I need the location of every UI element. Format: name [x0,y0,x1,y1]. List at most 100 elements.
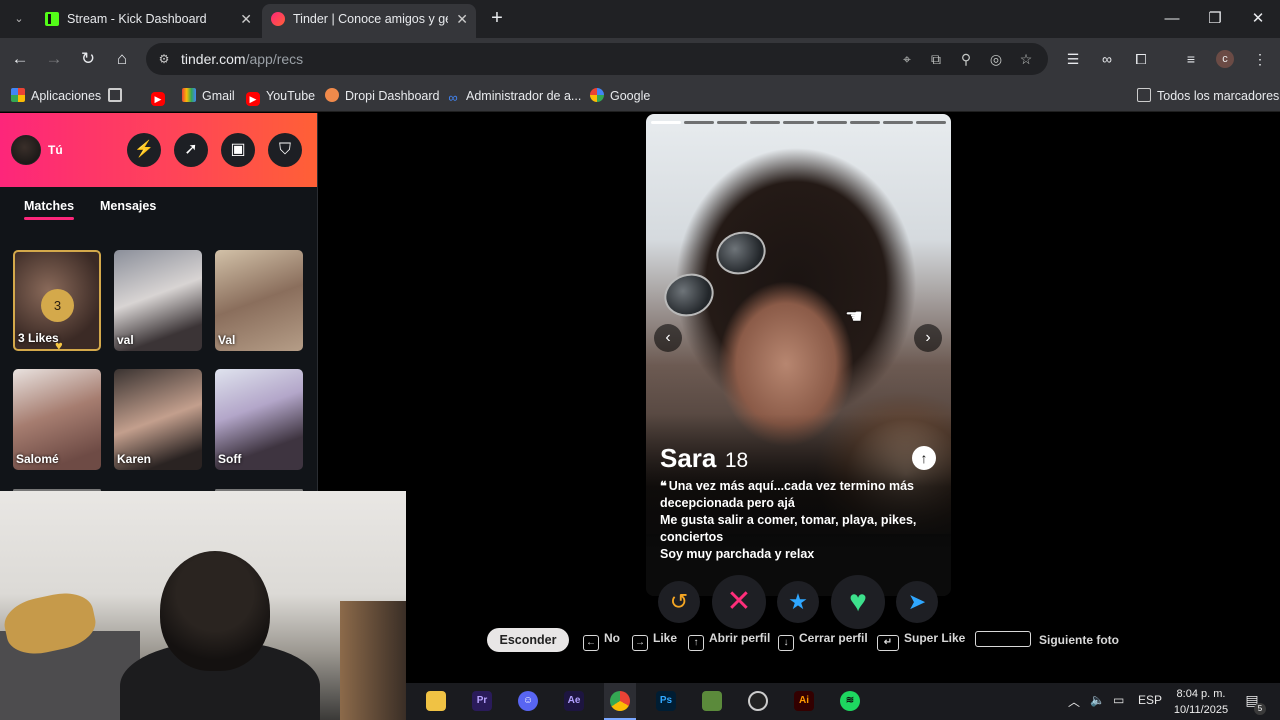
left-arrow-key-icon: ← [583,635,599,651]
photo-progress-bar[interactable] [651,121,682,124]
match-card[interactable]: val [114,250,202,351]
profile-card[interactable]: ‹ › Sara 18 ↑ ❝ Una vez más aquí...cada v… [646,114,951,596]
bookmark-administrador[interactable]: ∞ Administrador de a... [446,86,581,106]
super-like-button[interactable]: ★ [777,581,819,623]
back-button[interactable]: ← [8,47,32,71]
bookmark-dropi[interactable]: Dropi Dashboard [325,86,440,106]
photo-progress-bar[interactable] [915,121,946,124]
enter-key-icon: ↵ [877,635,899,651]
system-clock[interactable]: 8:04 p. m. 10/11/2025 [1171,686,1231,718]
tray-overflow-icon[interactable]: ︿ [1068,693,1080,710]
my-profile-label[interactable]: Tú [48,143,63,157]
photo-progress-bar[interactable] [684,121,715,124]
close-window-button[interactable]: ✕ [1238,6,1278,32]
tab-strip: ⌄ Stream - Kick Dashboard ✕ Tinder | Con… [0,0,1280,38]
match-card[interactable]: Salomé [13,369,101,470]
illustrator-icon[interactable]: Ai [794,691,814,711]
after-effects-icon[interactable]: Ae [564,691,584,711]
like-button[interactable]: ♥ [831,575,885,629]
new-tab-button[interactable]: + [486,6,508,30]
hide-shortcuts-button[interactable]: Esconder [487,628,569,652]
photo-progress-bar[interactable] [717,121,748,124]
rewind-button[interactable]: ↺ [658,581,700,623]
right-arrow-key-icon: → [632,635,648,651]
folder-icon [1137,88,1151,102]
tab-mensajes[interactable]: Mensajes [100,199,156,213]
obs-icon[interactable] [748,691,768,711]
next-photo-arrow-icon[interactable]: › [914,324,942,352]
boost-send-button[interactable]: ➤ [896,581,938,623]
tab-matches[interactable]: Matches [24,199,75,220]
profile-avatar[interactable]: c [1216,50,1234,68]
bookmark-gmail[interactable]: Gmail [182,86,235,106]
likes-you-card[interactable]: 3 3 Likes ♥ [13,250,101,351]
photo-progress-bar[interactable] [750,121,781,124]
apps-grid-icon [11,88,25,102]
photo-progress-bar[interactable] [849,121,880,124]
match-card[interactable]: Soff [215,369,303,470]
bookmark-aplicaciones[interactable]: Aplicaciones [11,86,101,106]
volume-icon[interactable]: 🔈 [1090,693,1105,707]
space-key-icon [975,631,1031,647]
extensions-puzzle-icon[interactable]: ⧠ [1131,49,1151,69]
minimize-window-button[interactable]: — [1152,6,1192,32]
profile-name: Sara [660,443,717,473]
hand-cursor-icon: ☚ [845,306,863,328]
match-card[interactable]: Karen [114,369,202,470]
forward-button[interactable]: → [42,47,66,71]
extension-link-icon[interactable]: ∞ [1097,49,1117,69]
explore-compass-icon[interactable]: ➚ [174,133,208,167]
address-bar[interactable]: ⚙ tinder.com/app/recs ⌖ ⧉ ⚲ ◎ ☆ [146,43,1048,75]
premiere-pro-icon[interactable]: Pr [472,691,492,711]
all-bookmarks-folder[interactable]: Todos los marcadores [1137,86,1279,106]
file-explorer-icon[interactable] [426,691,446,711]
spotify-icon[interactable]: ≋ [840,691,860,711]
close-tab-icon[interactable]: ✕ [240,4,252,34]
site-settings-icon[interactable]: ⚙ [156,51,172,67]
bookmark-youtube[interactable]: ▶ YouTube [246,86,315,106]
tracking-protection-icon[interactable]: ◎ [987,50,1005,68]
bookmark-youtube-icon-only[interactable]: ▶ [151,86,171,106]
home-button[interactable]: ⌂ [110,47,134,71]
work-briefcase-icon[interactable]: ▣ [221,133,255,167]
photo-progress-bar[interactable] [882,121,913,124]
photoshop-icon[interactable]: Ps [656,691,676,711]
tab-kick-dashboard[interactable]: Stream - Kick Dashboard ✕ [36,4,260,38]
nope-button[interactable]: ✕ [712,575,766,629]
restore-window-button[interactable]: ❐ [1195,6,1235,32]
discord-icon[interactable]: ☺ [518,691,538,711]
bookmark-google[interactable]: Google [590,86,650,106]
photo-progress-bar[interactable] [816,121,847,124]
shortcut-close-profile: ↓ Cerrar perfil [778,631,868,651]
reload-button[interactable]: ↻ [76,47,100,71]
tab-tinder[interactable]: Tinder | Conoce amigos y gente ✕ [262,4,476,38]
bookmark-grid[interactable] [108,86,128,106]
chrome-menu-icon[interactable]: ⋮ [1250,49,1270,69]
bookmark-star-icon[interactable]: ☆ [1017,50,1035,68]
language-indicator[interactable]: ESP [1138,693,1162,707]
sunglasses-lens [658,267,720,323]
open-profile-info-icon[interactable]: ↑ [912,446,936,470]
close-tab-icon[interactable]: ✕ [456,4,468,34]
shortcut-next-photo: Siguiente foto [975,631,1119,647]
photo-progress-bar[interactable] [783,121,814,124]
location-icon[interactable]: ⌖ [898,50,916,68]
chrome-icon[interactable] [610,691,630,711]
url-text[interactable]: tinder.com/app/recs [181,43,303,75]
bookmarks-bar: Aplicaciones ▶ Gmail ▶ YouTube Dropi Dash… [0,80,1280,112]
previous-photo-arrow-icon[interactable]: ‹ [654,324,682,352]
match-name: Soff [218,452,242,466]
boost-lightning-icon[interactable]: ⚡ [127,133,161,167]
profile-bio: ❝ Una vez más aquí...cada vez termino más… [660,478,940,563]
tab-title: Stream - Kick Dashboard [67,12,207,26]
safety-shield-icon[interactable]: ⛉ [268,133,302,167]
tab-search-icon[interactable]: ⌄ [8,8,30,30]
zoom-icon[interactable]: ⚲ [957,50,975,68]
install-app-icon[interactable]: ⧉ [927,50,945,68]
my-profile-avatar[interactable] [11,135,41,165]
reading-list-icon[interactable]: ☰ [1063,49,1083,69]
minecraft-icon[interactable] [702,691,722,711]
media-controls-icon[interactable]: ≡ [1181,49,1201,69]
match-card[interactable]: Val [215,250,303,351]
network-icon[interactable]: ▭ [1113,693,1124,707]
